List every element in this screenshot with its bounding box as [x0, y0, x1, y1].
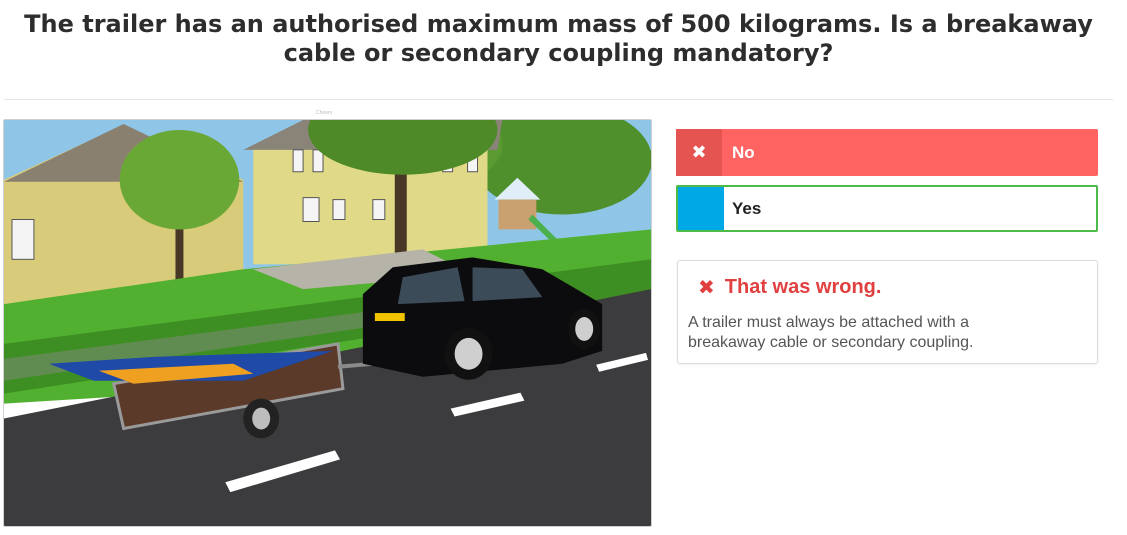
answer-no-button[interactable]: ✖ No: [676, 129, 1098, 176]
feedback-explanation: A trailer must always be attached with a…: [688, 313, 1088, 353]
divider: [4, 99, 1113, 100]
feedback-panel: ✖ That was wrong. A trailer must always …: [677, 260, 1098, 364]
question-image: [3, 119, 652, 527]
question-line-1: The trailer has an authorised maximum ma…: [24, 10, 1093, 38]
answer-no-label: No: [732, 142, 755, 162]
feedback-line-2: breakaway cable or secondary coupling.: [688, 334, 974, 351]
question-title: The trailer has an authorised maximum ma…: [0, 10, 1117, 68]
scene-illustration: [4, 120, 651, 526]
feedback-header: ✖ That was wrong.: [698, 275, 881, 300]
feedback-line-1: A trailer must always be attached with a: [688, 314, 970, 331]
feedback-title: That was wrong.: [724, 276, 882, 298]
answer-yes-label: Yes: [732, 198, 762, 218]
answer-yes-button[interactable]: Yes: [676, 185, 1098, 232]
cross-icon: ✖: [676, 129, 722, 176]
image-caption: Cheers: [316, 110, 333, 116]
cross-icon: ✖: [698, 277, 715, 299]
answer-yes-marker: [678, 187, 724, 230]
question-line-2: cable or secondary coupling mandatory?: [283, 39, 834, 67]
